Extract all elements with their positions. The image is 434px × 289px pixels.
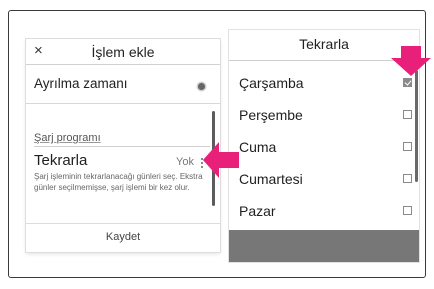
checkbox-icon[interactable]: [403, 206, 412, 215]
panel-header: × İşlem ekle: [26, 39, 220, 65]
departure-time-row[interactable]: Ayrılma zamanı: [26, 66, 220, 104]
repeat-description: Şarj işleminin tekrarlanacağı günleri se…: [34, 172, 203, 192]
day-label: Pazar: [239, 203, 276, 219]
panel-title: İşlem ekle: [91, 44, 155, 60]
repeat-value[interactable]: Yok: [176, 156, 194, 168]
save-button[interactable]: Kaydet: [26, 223, 220, 252]
checkbox-icon[interactable]: [403, 174, 412, 183]
radio-icon[interactable]: [198, 83, 205, 90]
add-action-panel: × İşlem ekle Ayrılma zamanı Şarj program…: [26, 39, 220, 252]
scrollbar[interactable]: [415, 70, 418, 182]
day-row-thursday[interactable]: Perşembe: [229, 100, 419, 131]
section-heading: Şarj programı: [34, 132, 101, 144]
checkbox-icon[interactable]: [403, 110, 412, 119]
departure-time-label: Ayrılma zamanı: [34, 76, 128, 91]
day-row-friday[interactable]: Cuma: [229, 132, 419, 163]
checkbox-icon[interactable]: [403, 78, 412, 87]
day-row-sunday[interactable]: Pazar: [229, 196, 419, 227]
section-divider: [34, 146, 210, 147]
arrow-icon: [391, 46, 431, 76]
day-row-saturday[interactable]: Cumartesi: [229, 164, 419, 195]
day-label: Cuma: [239, 139, 277, 155]
day-label: Perşembe: [239, 107, 303, 123]
day-label: Cumartesi: [239, 171, 303, 187]
checkbox-icon[interactable]: [403, 142, 412, 151]
arrow-icon: [203, 142, 239, 178]
panel-footer: [229, 230, 419, 262]
repeat-label[interactable]: Tekrarla: [34, 152, 87, 169]
day-label: Çarşamba: [239, 75, 304, 91]
